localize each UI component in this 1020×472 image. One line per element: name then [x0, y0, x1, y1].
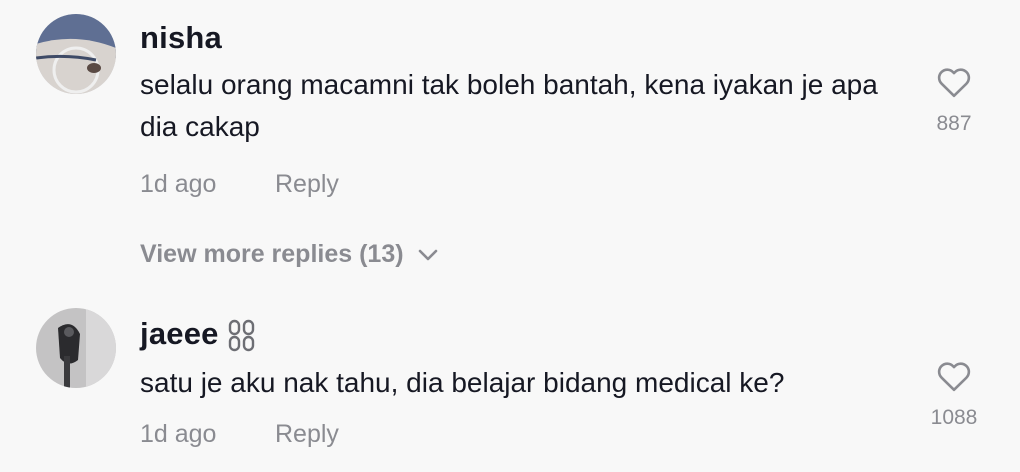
comment-list: nisha selalu orang macamni tak boleh ban… — [0, 0, 1020, 472]
comment-text: selalu orang macamni tak boleh bantah, k… — [140, 69, 878, 142]
like-count: 887 — [936, 112, 972, 135]
like-control[interactable]: 1088 — [914, 360, 994, 430]
comment-timestamp: 1d ago — [140, 170, 217, 198]
username-text: jaeee — [140, 316, 219, 351]
chevron-down-icon — [418, 249, 437, 260]
avatar[interactable] — [36, 308, 116, 388]
heart-outline-icon[interactable] — [936, 360, 972, 392]
comment-item: jaeee satu je aku nak tahu, dia belajar … — [0, 290, 1020, 472]
comment-timestamp: 1d ago — [140, 420, 217, 448]
comment-item: nisha selalu orang macamni tak boleh ban… — [0, 0, 1020, 220]
reply-button[interactable]: Reply — [275, 420, 339, 449]
view-more-replies-button[interactable]: View more replies (13) — [140, 240, 438, 269]
heart-outline-icon[interactable] — [936, 66, 972, 98]
avatar[interactable] — [36, 14, 116, 94]
chain-link-icon — [228, 319, 254, 352]
avatar-image — [36, 308, 116, 388]
reply-button[interactable]: Reply — [275, 170, 339, 199]
view-more-replies-label: View more replies (13) — [140, 240, 404, 268]
comment-text: satu je aku nak tahu, dia belajar bidang… — [140, 367, 785, 398]
like-count: 1088 — [930, 406, 978, 429]
comment-username[interactable]: nisha — [140, 20, 222, 56]
avatar-image — [36, 14, 116, 94]
comment-username[interactable]: jaeee — [140, 316, 257, 353]
like-control[interactable]: 887 — [914, 66, 994, 136]
